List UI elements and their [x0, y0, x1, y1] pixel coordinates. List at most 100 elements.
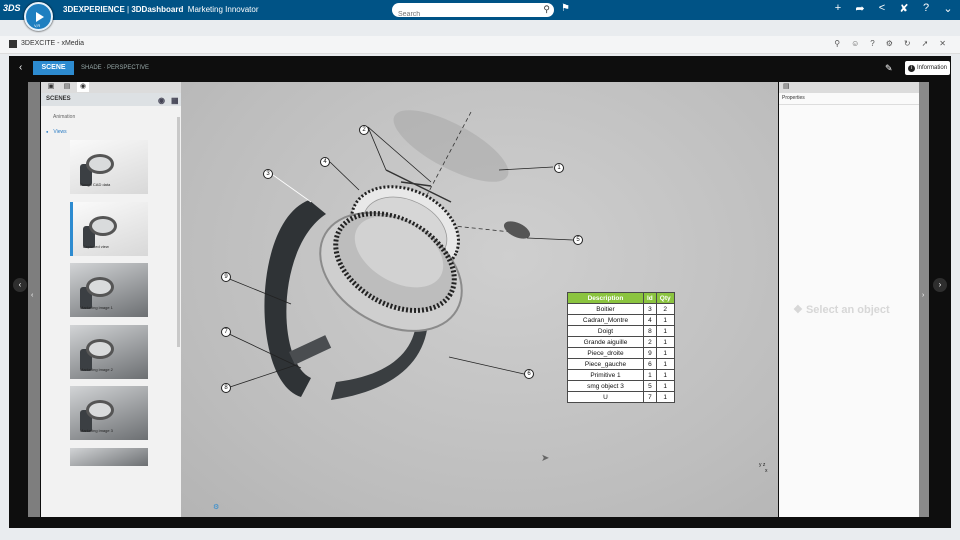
view-thumbnail-marketing-2[interactable]: Marketing image 2: [70, 325, 148, 379]
thumbnail-caption: Marketing image 1: [80, 305, 113, 310]
table-row: Cadran_Montre 4 1: [567, 314, 675, 326]
help-icon[interactable]: ?: [870, 39, 874, 48]
callout-1[interactable]: 1: [554, 163, 564, 173]
bom-cell: Piece_gauche: [567, 358, 644, 370]
grid-view-icon[interactable]: ▦: [171, 94, 179, 107]
bom-cell: 2: [643, 336, 657, 348]
search-input[interactable]: [398, 9, 528, 20]
callout-5[interactable]: 5: [573, 235, 583, 245]
watch-shape: [86, 339, 114, 359]
viewport-settings-icon[interactable]: ⚙: [213, 503, 219, 511]
leader-2a: [367, 126, 387, 171]
compass-button[interactable]: V,R: [24, 2, 53, 31]
previous-page-button[interactable]: ‹: [13, 278, 27, 292]
bill-of-materials-table: Description Id Qty Boitier 3 2 Cadran_Mont…: [567, 292, 675, 403]
bom-col-description: Description: [567, 292, 644, 304]
bom-cell: Piece_droite: [567, 347, 644, 359]
bom-cell: U: [567, 391, 644, 403]
scenes-tab-1-icon[interactable]: ▣: [45, 82, 57, 92]
forward-icon[interactable]: ➦: [854, 2, 866, 15]
search-icon[interactable]: ⚲: [834, 39, 840, 48]
camera-icon[interactable]: ◉: [77, 82, 89, 92]
bom-cell: 1: [655, 391, 675, 403]
view-thumbnail-partial[interactable]: [70, 448, 148, 466]
bom-cell: 8: [643, 325, 657, 337]
watch-shape: [86, 400, 114, 420]
next-page-button[interactable]: ›: [933, 278, 947, 292]
dashboard-tab-name[interactable]: Marketing Innovator: [188, 5, 259, 14]
app-title: 3DEXPERIENCE | 3DDashboard Marketing Inn…: [63, 5, 259, 14]
information-button[interactable]: i Information: [905, 61, 950, 75]
properties-panel: ▤ Properties ❖ Select an object: [779, 82, 919, 517]
tag-icon[interactable]: ⚑: [561, 3, 570, 14]
scenes-header: SCENES ◉ ▦: [41, 93, 181, 106]
chevron-down-icon[interactable]: ⌄: [942, 2, 954, 15]
thumbnail-caption: Rough CAD data: [80, 182, 111, 187]
platform-name: 3DEXPERIENCE: [63, 5, 125, 14]
bom-cell: 1: [655, 358, 675, 370]
table-row: Piece_droite 9 1: [567, 347, 675, 359]
camera-add-icon[interactable]: ◉: [158, 94, 165, 107]
back-arrow-icon[interactable]: ‹: [19, 62, 22, 73]
view-thumbnail-rough-cad[interactable]: Rough CAD data: [70, 140, 148, 194]
view-thumbnail-marketing-1[interactable]: Marketing image 1: [70, 263, 148, 317]
add-icon[interactable]: +: [832, 2, 844, 15]
bom-cell: 1: [655, 347, 675, 359]
chevron-left-icon[interactable]: ‹: [31, 292, 33, 299]
right-collapse-strip[interactable]: ›: [919, 82, 929, 517]
bom-cell: 1: [655, 314, 675, 326]
table-row: Piece_gauche 6 1: [567, 358, 675, 370]
search-box[interactable]: ⚲: [392, 3, 554, 20]
left-collapse-strip[interactable]: ‹: [28, 82, 40, 517]
share-icon[interactable]: <: [876, 2, 888, 15]
edit-pencil-icon[interactable]: ✎: [885, 63, 893, 74]
leader-6: [448, 356, 525, 375]
callout-3[interactable]: 3: [263, 169, 273, 179]
dashboard-name: 3DDashboard: [131, 5, 184, 14]
pin-icon[interactable]: ➚: [922, 39, 929, 48]
compass-label: V,R: [34, 23, 41, 28]
view-thumbnail-marketing-3[interactable]: Marketing image 3: [70, 386, 148, 440]
scenes-tab-2-icon[interactable]: ▤: [61, 82, 73, 92]
axis-y-label: y: [759, 462, 762, 468]
play-icon: [36, 12, 44, 22]
help-icon[interactable]: ?: [920, 2, 932, 15]
callout-9[interactable]: 9: [221, 272, 231, 282]
information-label: Information: [917, 65, 948, 71]
table-row: Boitier 3 2: [567, 303, 675, 315]
info-icon: i: [908, 65, 915, 72]
animation-item[interactable]: Animation: [41, 114, 181, 120]
scenes-tabs: ▣ ▤ ◉: [41, 82, 181, 93]
3d-viewport[interactable]: 1 2 3 4 5 6 7 8 9 Description Id Qty Boi…: [181, 82, 778, 517]
strap-left: [264, 200, 326, 397]
callout-2[interactable]: 2: [359, 125, 369, 135]
tab-scene[interactable]: SCENE: [33, 61, 74, 75]
views-item[interactable]: Views: [41, 129, 181, 135]
glass-disk: [393, 110, 509, 182]
search-icon[interactable]: ⚲: [543, 4, 550, 15]
bom-col-id: Id: [643, 292, 657, 304]
user-icon[interactable]: ☺: [851, 39, 859, 48]
properties-tab[interactable]: ▤: [779, 82, 919, 93]
gear-icon[interactable]: ⚙: [886, 39, 893, 48]
refresh-icon[interactable]: ↻: [904, 39, 911, 48]
callout-8[interactable]: 8: [221, 383, 231, 393]
view-thumbnail-exploded[interactable]: Exploded view: [70, 202, 148, 256]
mouse-cursor-icon: ➤: [541, 453, 550, 464]
bom-cell: 1: [655, 336, 675, 348]
callout-4[interactable]: 4: [320, 157, 330, 167]
properties-header: Properties: [779, 93, 919, 105]
tools-icon[interactable]: ✘: [898, 2, 910, 15]
leader-3: [272, 174, 312, 203]
watch-shape: [86, 277, 114, 297]
table-row: smg object 351: [567, 380, 675, 392]
tab-shade[interactable]: SHADE · PERSPECTIVE: [81, 61, 169, 75]
close-icon[interactable]: ✕: [939, 39, 946, 48]
callout-6[interactable]: 6: [524, 369, 534, 379]
table-row: Primitive 111: [567, 369, 675, 381]
scenes-scrollbar[interactable]: [177, 117, 180, 347]
chevron-right-icon[interactable]: ›: [922, 292, 924, 299]
axis-triad: y z x: [759, 462, 768, 474]
callout-7[interactable]: 7: [221, 327, 231, 337]
bom-cell: smg object 3: [567, 380, 644, 392]
